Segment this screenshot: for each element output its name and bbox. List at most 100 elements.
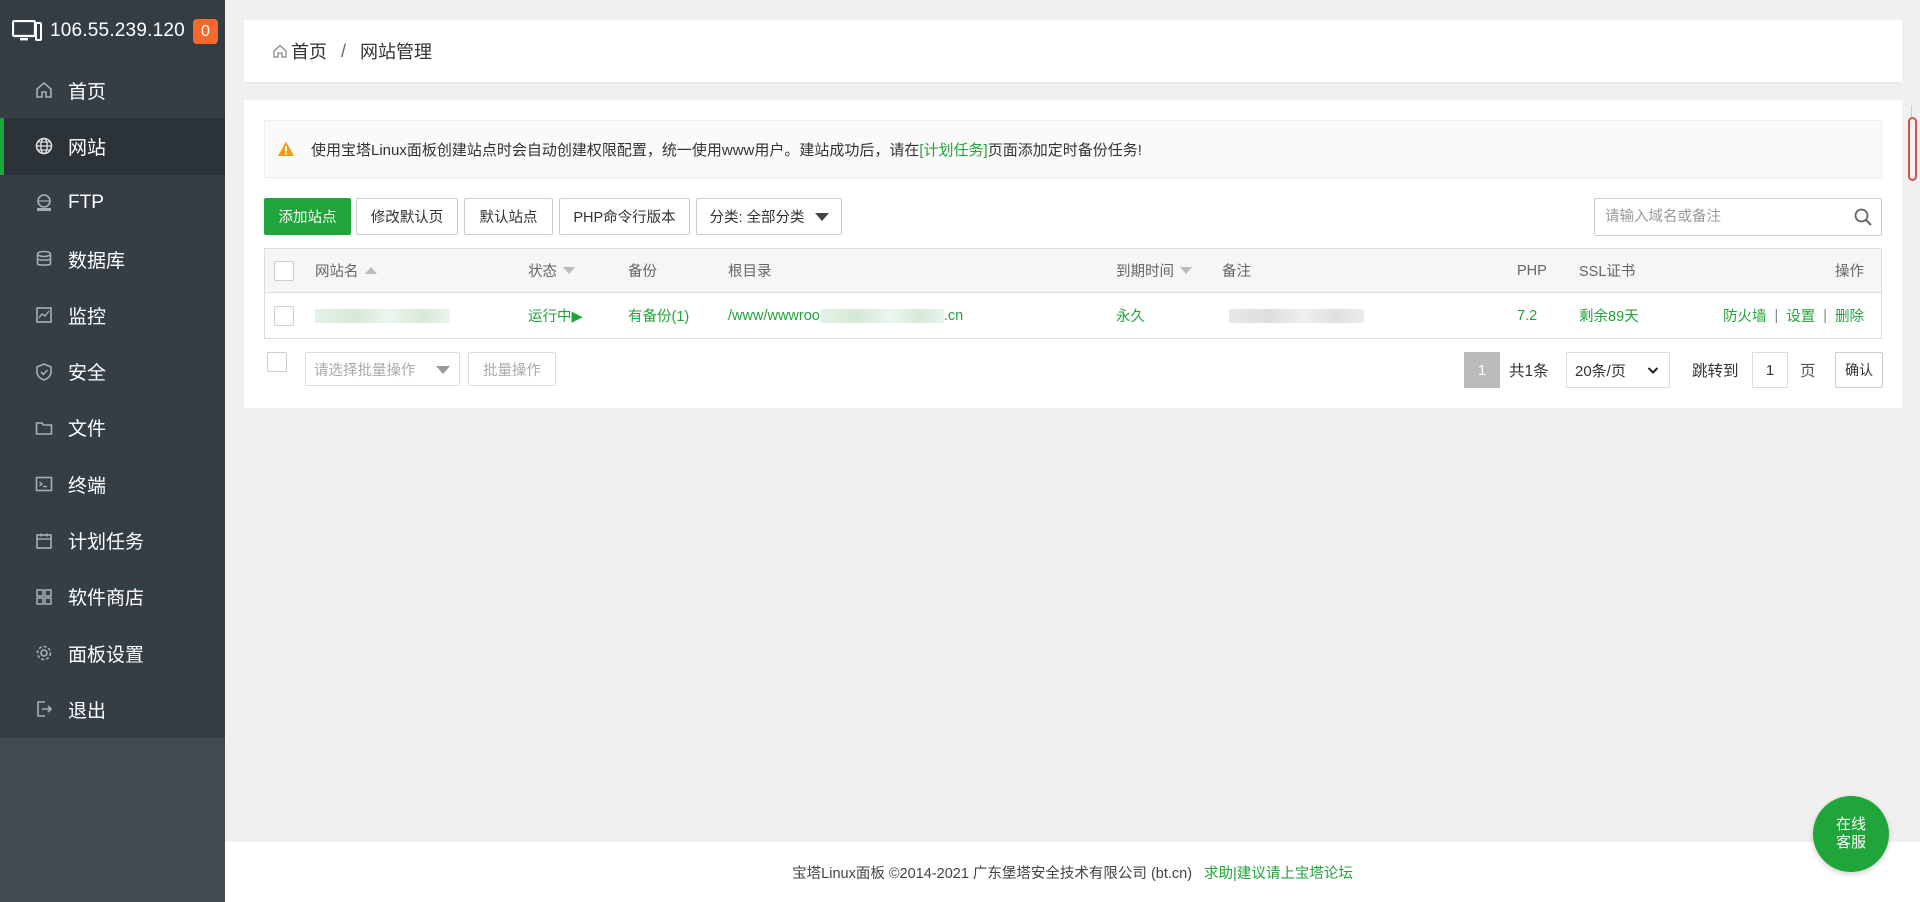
jump-to-label: 跳转到 bbox=[1692, 363, 1739, 380]
sidebar: 106.55.239.120 0 首页 网站 FTP 数据库 监控 安全 文件 … bbox=[0, 0, 225, 902]
firewall-link[interactable]: 防火墙 bbox=[1723, 305, 1767, 326]
sidebar-item-label: 软件商店 bbox=[68, 588, 145, 610]
sidebar-item-database[interactable]: 数据库 bbox=[0, 231, 225, 287]
page-size-value: 20条/页 bbox=[1575, 362, 1626, 380]
chat-line-1: 在线 bbox=[1835, 816, 1866, 833]
sidebar-item-settings[interactable]: 面板设置 bbox=[0, 625, 225, 681]
col-php: PHP bbox=[1517, 249, 1547, 292]
sidebar-item-monitor[interactable]: 监控 bbox=[0, 287, 225, 343]
col-backup: 备份 bbox=[628, 249, 657, 292]
notice-cron-link[interactable]: [计划任务] bbox=[919, 139, 987, 160]
search-box bbox=[1594, 198, 1882, 236]
site-php-version[interactable]: 7.2 bbox=[1517, 293, 1537, 338]
site-status[interactable]: 运行中▶ bbox=[528, 293, 583, 338]
add-site-button[interactable]: 添加站点 bbox=[264, 198, 351, 235]
sidebar-item-home[interactable]: 首页 bbox=[0, 62, 225, 118]
col-remark-label: 备注 bbox=[1222, 264, 1251, 280]
select-all-checkbox[interactable] bbox=[274, 260, 294, 281]
table-row: 运行中▶ 有备份(1) /www/wwwroo .cn 永久 7.2 剩余89天 … bbox=[265, 293, 1881, 338]
calendar-icon bbox=[34, 531, 54, 551]
current-page[interactable]: 1 bbox=[1464, 352, 1500, 388]
search-icon[interactable] bbox=[1853, 207, 1873, 227]
batch-select-all-checkbox[interactable] bbox=[267, 352, 287, 372]
breadcrumb-current: 网站管理 bbox=[360, 42, 433, 62]
sidebar-item-store[interactable]: 软件商店 bbox=[0, 569, 225, 625]
sort-desc-icon bbox=[563, 267, 575, 274]
site-expire[interactable]: 永久 bbox=[1116, 293, 1145, 338]
server-ip: 106.55.239.120 bbox=[50, 20, 185, 41]
site-management-panel: 使用宝塔Linux面板创建站点时会自动创建权限配置，统一使用www用户。建站成功… bbox=[244, 100, 1902, 408]
site-root-dir[interactable]: /www/wwwroo .cn bbox=[728, 293, 963, 338]
sidebar-item-label: 首页 bbox=[68, 81, 107, 103]
batch-operation-button[interactable]: 批量操作 bbox=[468, 352, 556, 386]
site-name-redacted[interactable] bbox=[315, 293, 450, 338]
col-root: 根目录 bbox=[728, 249, 772, 292]
sidebar-item-terminal[interactable]: 终端 bbox=[0, 456, 225, 512]
row-checkbox[interactable] bbox=[274, 305, 294, 326]
settings-link[interactable]: 设置 bbox=[1786, 305, 1815, 326]
col-expire-label: 到期时间 bbox=[1116, 264, 1174, 280]
col-status-label: 状态 bbox=[528, 264, 557, 280]
col-name[interactable]: 网站名 bbox=[315, 249, 377, 292]
sidebar-item-label: 文件 bbox=[68, 419, 107, 441]
online-support-button[interactable]: 在线 客服 bbox=[1813, 796, 1889, 872]
site-backup[interactable]: 有备份(1) bbox=[628, 293, 689, 338]
breadcrumb-home[interactable]: 首页 bbox=[291, 38, 327, 64]
root-suffix: .cn bbox=[943, 307, 964, 324]
footer-copyright: 宝塔Linux面板 ©2014-2021 广东堡塔安全技术有限公司 (bt.cn… bbox=[792, 865, 1193, 882]
sidebar-item-label: 监控 bbox=[68, 306, 107, 328]
col-actions-label: 操作 bbox=[1835, 264, 1864, 280]
monitor-icon bbox=[11, 19, 42, 42]
jump-confirm-button[interactable]: 确认 bbox=[1835, 352, 1883, 388]
root-prefix: /www/wwwroo bbox=[728, 307, 820, 324]
sidebar-item-label: 计划任务 bbox=[68, 532, 145, 554]
sidebar-item-website[interactable]: 网站 bbox=[0, 118, 225, 175]
edit-default-page-button[interactable]: 修改默认页 bbox=[356, 198, 458, 235]
page-unit-label: 页 bbox=[1800, 363, 1816, 380]
sidebar-item-label: 面板设置 bbox=[68, 644, 145, 666]
site-table: 网站名 状态 备份 根目录 到期时间 备注 PHP SSL证书 操作 运行中▶ … bbox=[264, 248, 1882, 339]
search-input[interactable] bbox=[1595, 199, 1835, 235]
site-ssl[interactable]: 剩余89天 bbox=[1579, 293, 1639, 338]
monitor-chart-icon bbox=[34, 305, 54, 325]
sidebar-item-label: 网站 bbox=[68, 137, 107, 159]
category-select[interactable]: 分类: 全部分类 bbox=[696, 198, 842, 235]
notification-badge[interactable]: 0 bbox=[193, 19, 218, 44]
batch-operation-select[interactable]: 请选择批量操作 bbox=[305, 352, 460, 386]
chat-line-2: 客服 bbox=[1835, 834, 1866, 851]
jump-page-input[interactable]: 1 bbox=[1752, 352, 1788, 388]
col-php-label: PHP bbox=[1517, 262, 1547, 279]
warning-icon bbox=[277, 140, 295, 158]
sidebar-item-logout[interactable]: 退出 bbox=[0, 681, 225, 737]
site-remark-redacted[interactable] bbox=[1229, 293, 1364, 338]
sidebar-item-security[interactable]: 安全 bbox=[0, 343, 225, 399]
redacted-block bbox=[819, 308, 944, 323]
sidebar-item-label: 退出 bbox=[68, 700, 107, 722]
redacted-block bbox=[1229, 308, 1364, 323]
col-expire[interactable]: 到期时间 bbox=[1116, 249, 1192, 292]
sidebar-item-label: FTP bbox=[68, 191, 104, 213]
scrollbar-thumb[interactable] bbox=[1908, 117, 1917, 181]
chevron-down-icon bbox=[1647, 363, 1659, 375]
redacted-block bbox=[315, 308, 450, 323]
sidebar-item-files[interactable]: 文件 bbox=[0, 400, 225, 456]
page-size-select[interactable]: 20条/页 bbox=[1566, 352, 1670, 388]
php-cli-version-button[interactable]: PHP命令行版本 bbox=[559, 198, 690, 235]
sidebar-item-label: 终端 bbox=[68, 475, 107, 497]
action-separator: | bbox=[1774, 307, 1779, 324]
sort-desc-icon bbox=[1180, 267, 1192, 274]
footer-forum-link[interactable]: 求助|建议请上宝塔论坛 bbox=[1204, 862, 1353, 883]
sidebar-item-ftp[interactable]: FTP bbox=[0, 175, 225, 231]
sidebar-item-label: 数据库 bbox=[68, 250, 126, 272]
default-site-button[interactable]: 默认站点 bbox=[464, 198, 553, 235]
sort-asc-icon bbox=[364, 267, 377, 274]
notice-text: 使用宝塔Linux面板创建站点时会自动创建权限配置，统一使用www用户。建站成功… bbox=[311, 141, 920, 159]
notice-banner: 使用宝塔Linux面板创建站点时会自动创建权限配置，统一使用www用户。建站成功… bbox=[264, 120, 1882, 178]
home-icon bbox=[272, 43, 288, 59]
sidebar-item-label: 安全 bbox=[68, 363, 107, 385]
delete-link[interactable]: 删除 bbox=[1835, 305, 1864, 326]
col-status[interactable]: 状态 bbox=[528, 249, 575, 292]
sidebar-item-cron[interactable]: 计划任务 bbox=[0, 512, 225, 568]
col-ssl-label: SSL证书 bbox=[1579, 264, 1636, 280]
globe-icon bbox=[34, 136, 54, 156]
